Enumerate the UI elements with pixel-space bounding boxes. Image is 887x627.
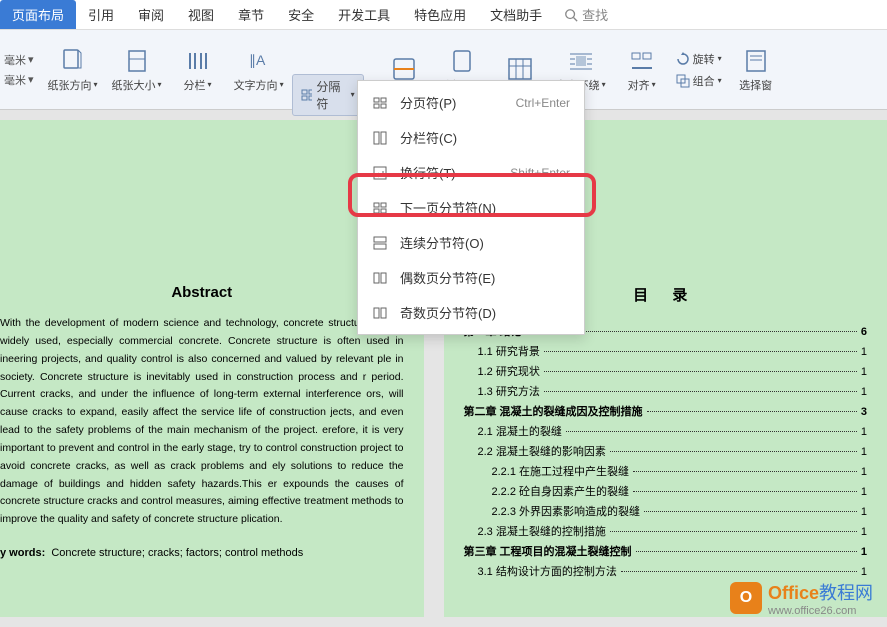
text-direction-button[interactable]: ∥A 文字方向▾	[228, 47, 290, 93]
search-box[interactable]: 查找	[564, 5, 608, 24]
separator-dropdown[interactable]: 分隔符▾	[292, 74, 364, 116]
separator-icon	[301, 89, 313, 101]
menu-label: 偶数页分节符(E)	[400, 268, 495, 287]
tab-special-apps[interactable]: 特色应用	[402, 0, 478, 29]
keywords-line: y words: Concrete structure; cracks; fac…	[0, 547, 404, 559]
menu-item-continuous-section[interactable]: 连续分节符(O)	[358, 225, 584, 260]
menu-label: 分页符(P)	[400, 93, 456, 112]
column-break-icon	[372, 130, 388, 146]
menu-item-line-break[interactable]: 换行符(T) Shift+Enter	[358, 155, 584, 190]
svg-text:∥A: ∥A	[249, 52, 266, 68]
tab-dev-tools[interactable]: 开发工具	[326, 0, 402, 29]
menu-item-odd-page-section[interactable]: 奇数页分节符(D)	[358, 295, 584, 330]
align-button[interactable]: 对齐▾	[614, 47, 670, 93]
group-icon	[676, 74, 690, 88]
abstract-body: With the development of modern science a…	[0, 315, 404, 529]
table-icon	[506, 55, 534, 83]
menu-label: 下一页分节符(N)	[400, 198, 496, 217]
align-icon	[628, 47, 656, 75]
toc-line: 1.1 研究背景1	[464, 343, 868, 359]
text-direction-icon: ∥A	[245, 47, 273, 75]
even-page-icon	[372, 270, 388, 286]
toc-line: 1.3 研究方法1	[464, 383, 868, 399]
toc-line: 2.2.1 在施工过程中产生裂缝1	[464, 463, 868, 479]
paper-direction-button[interactable]: 纸张方向▾	[42, 47, 104, 93]
ribbon-margin-group: 毫米▾ 毫米▾	[4, 52, 34, 88]
toc-line: 2.2 混凝土裂缝的影响因素1	[464, 443, 868, 459]
search-icon	[564, 8, 578, 22]
abstract-title: Abstract	[0, 284, 404, 301]
continuous-section-icon	[372, 235, 388, 251]
toc-line: 第二章 混凝土的裂缝成因及控制措施3	[464, 403, 868, 419]
menu-bar: 页面布局 引用 审阅 视图 章节 安全 开发工具 特色应用 文档助手 查找	[0, 0, 887, 30]
rotate-button[interactable]: 旋转▾	[672, 49, 726, 69]
text-wrap-icon	[567, 47, 595, 75]
toc-line: 第三章 工程项目的混凝土裂缝控制1	[464, 543, 868, 559]
tab-view[interactable]: 视图	[176, 0, 226, 29]
tab-page-layout[interactable]: 页面布局	[0, 0, 76, 29]
menu-item-column-break[interactable]: 分栏符(C)	[358, 120, 584, 155]
menu-label: 换行符(T)	[400, 163, 456, 182]
section-break-icon	[372, 200, 388, 216]
search-label: 查找	[582, 5, 608, 24]
page-break-icon	[390, 55, 418, 83]
menu-shortcut: Ctrl+Enter	[516, 96, 570, 110]
select-pane-icon	[742, 47, 770, 75]
menu-label: 分栏符(C)	[400, 128, 457, 147]
toc-line: 2.2.3 外界因素影响造成的裂缝1	[464, 503, 868, 519]
margin-unit-1[interactable]: 毫米▾	[4, 52, 34, 68]
rotate-icon	[676, 52, 690, 66]
toc-line: 2.3 混凝土裂缝的控制措施1	[464, 523, 868, 539]
odd-page-icon	[372, 305, 388, 321]
tab-chapter[interactable]: 章节	[226, 0, 276, 29]
menu-label: 奇数页分节符(D)	[400, 303, 496, 322]
group-button[interactable]: 组合▾	[672, 71, 726, 91]
toc-container: 第一章 绪论61.1 研究背景11.2 研究现状11.3 研究方法1第二章 混凝…	[464, 323, 868, 579]
toc-line: 3.1 结构设计方面的控制方法1	[464, 563, 868, 579]
paper-direction-icon	[59, 47, 87, 75]
watermark: O Office教程网 www.office26.com	[730, 579, 873, 617]
menu-item-page-break[interactable]: 分页符(P) Ctrl+Enter	[358, 85, 584, 120]
watermark-icon: O	[730, 582, 762, 614]
line-break-icon	[372, 165, 388, 181]
toc-line: 2.1 混凝土的裂缝1	[464, 423, 868, 439]
menu-shortcut: Shift+Enter	[510, 166, 570, 180]
menu-item-even-page-section[interactable]: 偶数页分节符(E)	[358, 260, 584, 295]
menu-item-next-page-section[interactable]: 下一页分节符(N)	[358, 190, 584, 225]
toc-line: 1.2 研究现状1	[464, 363, 868, 379]
columns-button[interactable]: 分栏▾	[170, 47, 226, 93]
columns-icon	[184, 47, 212, 75]
paper-size-icon	[123, 47, 151, 75]
watermark-url: www.office26.com	[768, 605, 873, 617]
toc-line: 2.2.2 砼自身因素产生的裂缝1	[464, 483, 868, 499]
margin-unit-2[interactable]: 毫米▾	[4, 72, 34, 88]
tab-doc-assistant[interactable]: 文档助手	[478, 0, 554, 29]
tab-references[interactable]: 引用	[76, 0, 126, 29]
page-break-icon	[372, 95, 388, 111]
separator-dropdown-menu: 分页符(P) Ctrl+Enter 分栏符(C) 换行符(T) Shift+En…	[357, 80, 585, 335]
paper-size-button[interactable]: 纸张大小▾	[106, 47, 168, 93]
tab-review[interactable]: 审阅	[126, 0, 176, 29]
paper-setting-icon	[448, 47, 476, 75]
tab-security[interactable]: 安全	[276, 0, 326, 29]
select-pane-button[interactable]: 选择窗	[728, 47, 784, 93]
menu-label: 连续分节符(O)	[400, 233, 484, 252]
